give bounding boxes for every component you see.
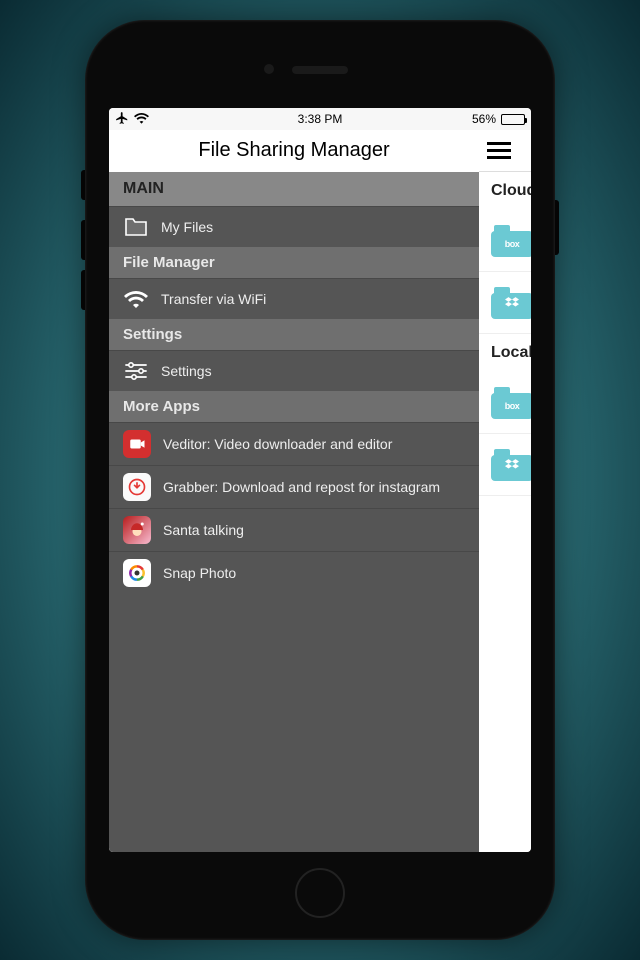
power-button[interactable] [555, 200, 559, 255]
volume-up-button[interactable] [81, 220, 85, 260]
app-label: Veditor: Video downloader and editor [163, 436, 392, 452]
mute-switch[interactable] [81, 170, 85, 200]
wifi-icon [134, 112, 149, 127]
screen: 3:38 PM 56% Cloud box [109, 108, 531, 852]
section-more-apps-header: More Apps [109, 391, 479, 422]
app-label: Grabber: Download and repost for instagr… [163, 479, 440, 495]
app-veditor[interactable]: Veditor: Video downloader and editor [109, 422, 479, 465]
main-header [479, 130, 531, 172]
drawer-filler [109, 594, 479, 852]
app-label: Santa talking [163, 522, 244, 538]
app-grabber[interactable]: Grabber: Download and repost for instagr… [109, 465, 479, 508]
menu-icon[interactable] [487, 142, 511, 159]
status-bar: 3:38 PM 56% [109, 108, 531, 130]
app-veditor-icon [123, 430, 151, 458]
folder-dropbox-icon [491, 449, 531, 481]
battery-percent: 56% [472, 112, 496, 126]
menu-transfer-wifi[interactable]: Transfer via WiFi [109, 278, 479, 319]
app-santa[interactable]: Santa talking [109, 508, 479, 551]
main-content: Cloud box Local box [479, 130, 531, 852]
airplane-icon [115, 111, 129, 128]
home-button[interactable] [295, 868, 345, 918]
menu-label: Transfer via WiFi [161, 291, 266, 307]
wifi-icon [123, 286, 149, 312]
phone-camera [264, 64, 274, 74]
volume-down-button[interactable] [81, 270, 85, 310]
phone-frame: 3:38 PM 56% Cloud box [85, 20, 555, 940]
app-label: Snap Photo [163, 565, 236, 581]
app-snap-icon [123, 559, 151, 587]
folder-icon [123, 214, 149, 240]
app-grabber-icon [123, 473, 151, 501]
app-santa-icon [123, 516, 151, 544]
menu-label: Settings [161, 363, 212, 379]
sliders-icon [123, 358, 149, 384]
local-item-box[interactable]: box [479, 372, 531, 434]
menu-settings[interactable]: Settings [109, 350, 479, 391]
section-cloud-header: Cloud [479, 172, 531, 210]
folder-box-icon: box [491, 387, 531, 419]
menu-my-files[interactable]: My Files [109, 206, 479, 247]
phone-speaker [292, 66, 348, 74]
cloud-item-dropbox[interactable] [479, 272, 531, 334]
battery-icon [501, 114, 525, 125]
local-item-dropbox[interactable] [479, 434, 531, 496]
menu-label: My Files [161, 219, 213, 235]
section-main-header: MAIN [109, 172, 479, 206]
folder-box-icon: box [491, 225, 531, 257]
section-file-manager-header: File Manager [109, 247, 479, 278]
folder-dropbox-icon [491, 287, 531, 319]
section-local-header: Local [479, 334, 531, 372]
drawer-title: File Sharing Manager [109, 130, 479, 172]
app-snap-photo[interactable]: Snap Photo [109, 551, 479, 594]
side-drawer: File Sharing Manager MAIN My Files File … [109, 130, 479, 852]
status-time: 3:38 PM [298, 112, 343, 126]
cloud-item-box[interactable]: box [479, 210, 531, 272]
section-settings-header: Settings [109, 319, 479, 350]
